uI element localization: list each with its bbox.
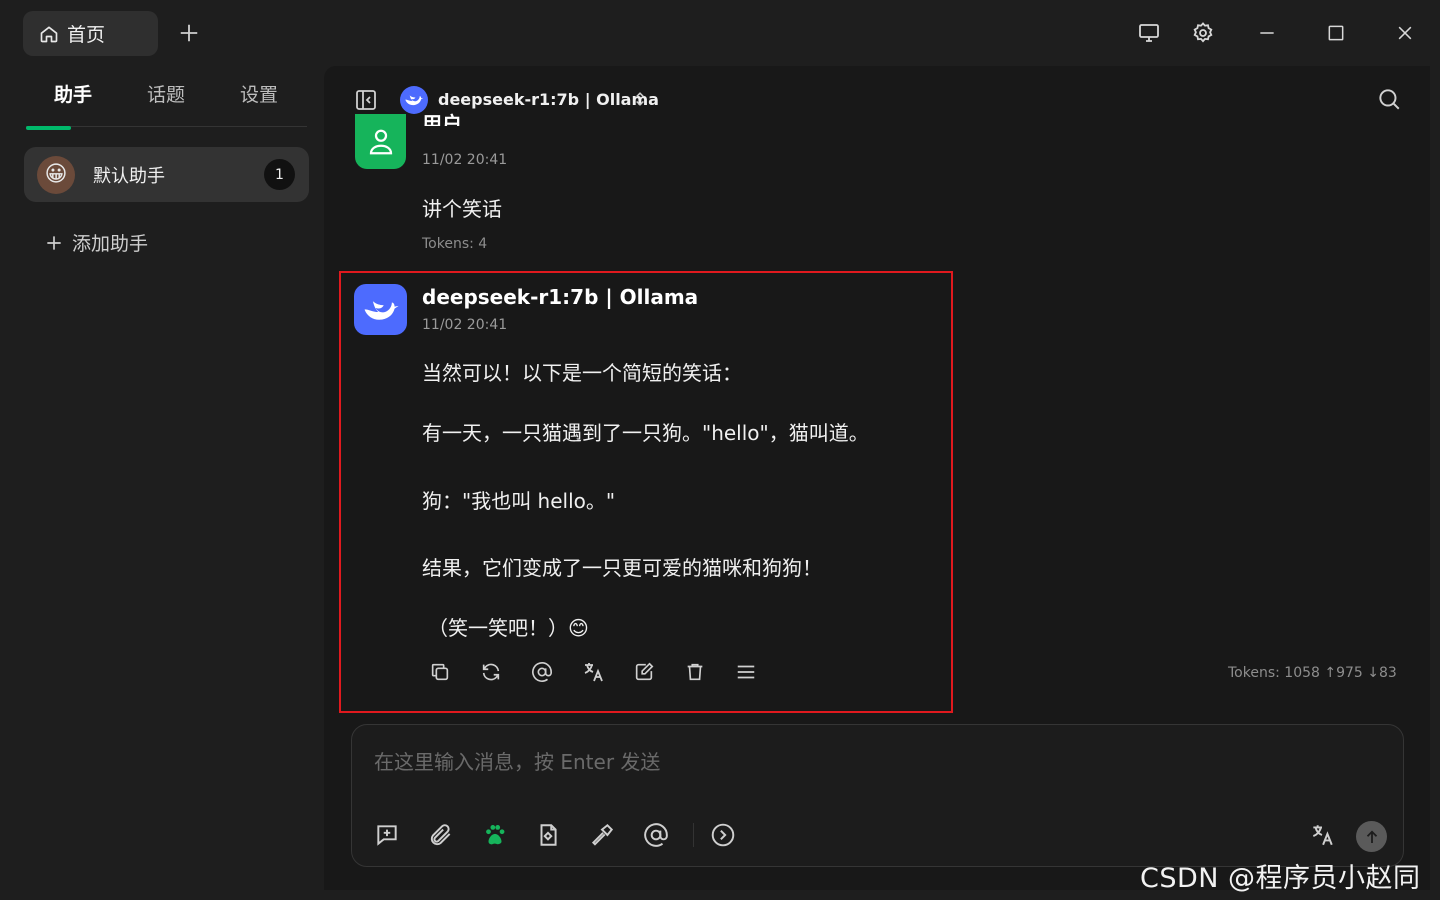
assistant-message-name: deepseek-r1:7b | Ollama (422, 285, 699, 309)
tab-settings[interactable]: 设置 (240, 80, 278, 107)
user-message-tokens: Tokens: 4 (422, 236, 488, 252)
assistant-avatar: 😀 (37, 155, 75, 194)
translate-button[interactable] (581, 660, 605, 684)
model-selector[interactable]: deepseek-r1:7b | Ollama (438, 90, 659, 109)
chevron-right-circle-icon (711, 823, 735, 847)
search-icon (1379, 89, 1400, 110)
more-menu-button[interactable] (734, 660, 758, 684)
assistant-message-line: 有一天，一只猫遇到了一只狗。"hello"，猫叫道。 (422, 421, 869, 445)
delete-button[interactable] (683, 660, 707, 684)
home-tab[interactable]: 首页 (23, 11, 158, 56)
paw-icon (486, 825, 505, 845)
assistant-message-line: （笑一笑吧！）😊 (428, 616, 589, 640)
sidebar: 助手 话题 设置 😀 默认助手 1 添加助手 (0, 66, 324, 900)
topic-count-badge: 1 (264, 159, 295, 190)
plus-icon (47, 235, 61, 250)
assistant-message-tokens: Tokens: 1058 ↑975 ↓83 (1228, 665, 1397, 681)
add-assistant-button[interactable]: 添加助手 (44, 229, 148, 256)
assistant-message-avatar (354, 284, 407, 335)
add-assistant-label: 添加助手 (72, 233, 149, 255)
mention-model-button[interactable] (530, 660, 554, 684)
chat-panel: deepseek-r1:7b | Ollama 用户 11/02 20:41 讲… (324, 66, 1430, 890)
title-bar: 首页 (0, 0, 1440, 66)
close-icon (1398, 26, 1412, 40)
mini-window-button[interactable] (1134, 18, 1164, 48)
regenerate-button[interactable] (479, 660, 503, 684)
user-icon (369, 129, 392, 154)
deepseek-whale-icon (364, 300, 399, 320)
model-switch-button[interactable] (630, 88, 652, 112)
assistant-message-timestamp: 11/02 20:41 (422, 317, 508, 333)
assistant-message-line: 结果，它们变成了一只更可爱的猫咪和狗狗！ (422, 556, 822, 580)
collapse-sidebar-button[interactable] (354, 88, 378, 112)
translate-icon (1312, 825, 1333, 846)
translate-icon (584, 663, 603, 682)
new-topic-icon (377, 825, 397, 846)
user-message-text: 讲个笑话 (422, 197, 502, 221)
tools-button[interactable] (588, 821, 616, 849)
search-button[interactable] (1376, 86, 1404, 114)
home-icon (39, 24, 59, 44)
assistant-name: 默认助手 (93, 165, 165, 187)
assistant-message-line: 狗："我也叫 hello。" (422, 489, 616, 513)
assistant-item-default[interactable]: 😀 默认助手 1 (24, 147, 309, 202)
menu-icon (737, 665, 755, 679)
new-tab-button[interactable] (176, 20, 202, 46)
csdn-watermark: CSDN @程序员小赵同学 (1140, 863, 1421, 894)
document-icon (540, 824, 557, 846)
knowledge-base-button[interactable] (534, 821, 562, 849)
send-button[interactable] (1356, 821, 1387, 852)
user-name: 用户 (422, 112, 462, 126)
arrow-up-icon (1366, 829, 1377, 843)
maximize-icon (1328, 25, 1344, 41)
message-input[interactable] (374, 745, 1374, 779)
at-icon (644, 823, 668, 847)
active-tab-indicator (26, 126, 71, 130)
plus-icon (180, 24, 198, 42)
attach-button[interactable] (427, 821, 455, 849)
message-input-box (351, 724, 1404, 867)
close-button[interactable] (1390, 18, 1420, 48)
chevron-up-down-icon (636, 92, 644, 106)
message-actions (428, 660, 758, 684)
assistant-message-line: 当然可以！以下是一个简短的笑话： (422, 361, 742, 385)
hammer-icon (591, 823, 614, 846)
expand-button[interactable] (709, 821, 737, 849)
mention-button[interactable] (642, 821, 670, 849)
minimize-icon (1260, 32, 1274, 34)
sidebar-tabs: 助手 话题 设置 (26, 66, 307, 127)
user-avatar (355, 114, 406, 169)
deepseek-whale-icon (405, 95, 424, 106)
sidebar-collapse-icon (356, 90, 376, 110)
monitor-icon (1139, 24, 1159, 42)
settings-button[interactable] (1188, 18, 1218, 48)
refresh-icon (482, 663, 500, 681)
paperclip-icon (430, 824, 451, 846)
minimize-button[interactable] (1252, 18, 1282, 48)
copy-icon (431, 663, 449, 681)
web-search-button[interactable] (481, 821, 509, 849)
copy-button[interactable] (428, 660, 452, 684)
edit-button[interactable] (632, 660, 656, 684)
toolbar-divider (693, 823, 694, 847)
edit-icon (635, 662, 654, 681)
translate-input-button[interactable] (1308, 821, 1336, 849)
gear-icon (1193, 22, 1213, 43)
tab-assistants[interactable]: 助手 (54, 80, 92, 107)
home-tab-label: 首页 (67, 24, 106, 46)
tab-topics[interactable]: 话题 (147, 80, 185, 107)
user-message-timestamp: 11/02 20:41 (422, 152, 508, 168)
at-icon (532, 662, 552, 682)
chat-header: deepseek-r1:7b | Ollama (324, 66, 1430, 132)
trash-icon (687, 663, 703, 681)
new-topic-button[interactable] (373, 821, 401, 849)
maximize-button[interactable] (1321, 18, 1351, 48)
